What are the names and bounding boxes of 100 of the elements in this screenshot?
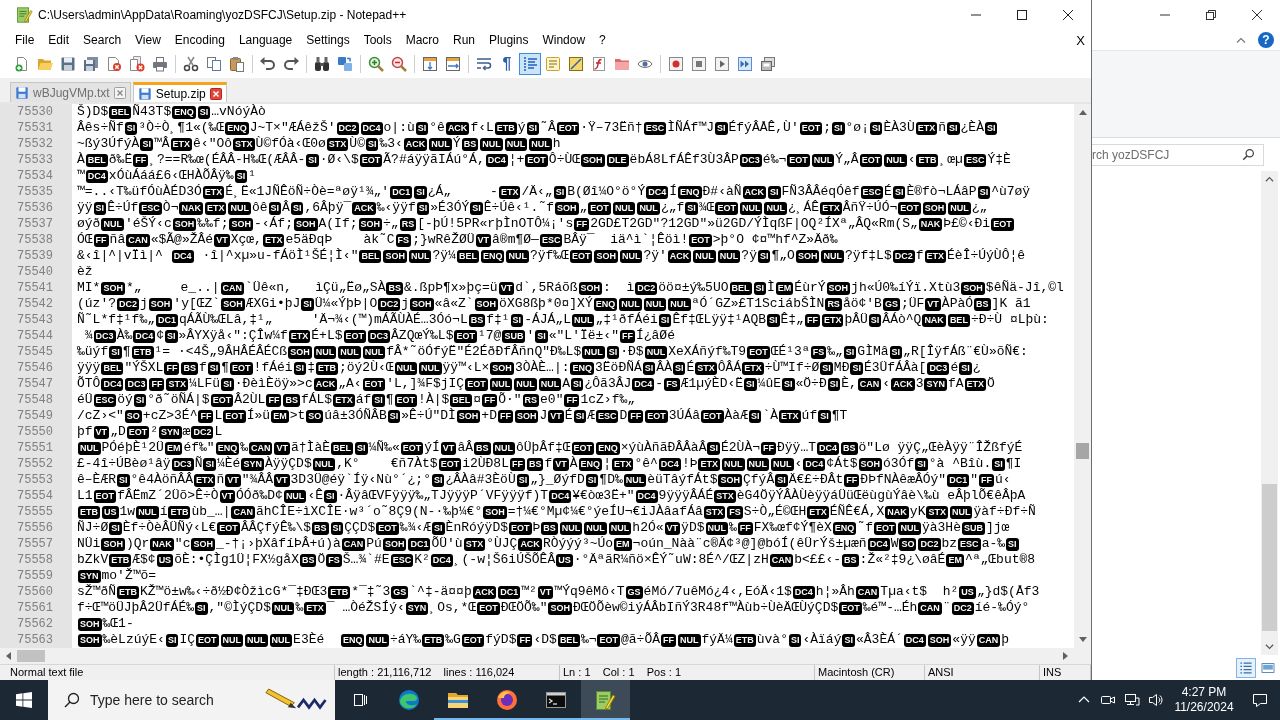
scrollbar-thumb[interactable] xyxy=(1076,443,1089,459)
menu-item[interactable]: Plugins xyxy=(482,33,536,47)
notepad-pencil-icon[interactable] xyxy=(581,680,630,720)
search-field[interactable]: rch yozDSFCJ xyxy=(1092,143,1264,166)
control-code-badge: NUL xyxy=(668,297,691,311)
control-code-badge: SOH xyxy=(221,297,245,311)
scrollbar-thumb[interactable] xyxy=(1262,484,1277,631)
pilcrow-toggle[interactable]: ¶ xyxy=(496,53,518,75)
code-text: Ù© xyxy=(349,136,365,152)
code-text: ÉfýÂÅÊ,Ù' xyxy=(728,120,799,136)
close-icon[interactable] xyxy=(1063,10,1073,20)
control-code-badge: SOH xyxy=(358,217,383,231)
line-number: 75540 xyxy=(0,264,72,280)
tab[interactable]: Setup.zip xyxy=(132,82,227,102)
caret-down-icon[interactable] xyxy=(1078,637,1087,642)
maximize-icon[interactable] xyxy=(1017,10,1027,20)
control-code-badge: DC4 xyxy=(101,377,124,391)
control-code-badge: ETX xyxy=(204,201,227,215)
code-text: ê‹"Oô xyxy=(193,136,233,152)
task-view-icon[interactable] xyxy=(352,692,368,708)
code-text: e0" xyxy=(540,392,564,408)
control-code-badge: SI xyxy=(685,201,698,215)
speaker-icon[interactable] xyxy=(1148,692,1164,708)
menu-item[interactable]: File xyxy=(8,33,42,47)
menu-item[interactable]: ? xyxy=(592,33,613,47)
code-text: 1cZ›f‰„ xyxy=(580,392,636,408)
menu-item[interactable]: Macro xyxy=(398,33,446,47)
control-code-badge: NUL xyxy=(492,441,515,455)
menu-item[interactable]: Edit xyxy=(41,33,77,47)
menu-item[interactable]: Settings xyxy=(299,33,357,47)
control-code-badge: SI xyxy=(869,121,883,135)
code-text: ýÍ xyxy=(424,440,440,456)
control-code-badge: BS xyxy=(526,457,544,471)
restore-icon[interactable] xyxy=(1206,10,1216,20)
help-button[interactable]: ? xyxy=(1258,32,1274,48)
indent-guide-icon[interactable] xyxy=(519,53,541,75)
code-text: W xyxy=(890,536,899,552)
control-code-badge: NUL xyxy=(136,505,159,519)
menu-item[interactable]: Tools xyxy=(356,33,399,47)
caret-left-icon[interactable] xyxy=(6,652,11,660)
network-monitor-icon[interactable] xyxy=(1124,692,1140,708)
vertical-scrollbar[interactable] xyxy=(1261,171,1278,655)
control-code-badge: DC4 xyxy=(360,121,383,135)
search-input[interactable]: rch yozDSFCJ xyxy=(1092,144,1238,165)
menu-item[interactable]: Run xyxy=(446,33,483,47)
close-document-button[interactable]: X xyxy=(1076,32,1085,48)
menu-item[interactable]: Encoding xyxy=(167,33,232,47)
tab[interactable]: wBJugVMp.txt xyxy=(10,82,131,102)
code-text: Èf÷ÒèÂÜÑý‹L€ xyxy=(122,520,217,536)
code-text: fýÄ¼ xyxy=(701,632,733,648)
close-icon[interactable] xyxy=(209,87,222,100)
code-text: »ÂYXÿå‹":ÇÎw¼f xyxy=(178,328,288,344)
control-code-badge: ETB xyxy=(916,153,939,167)
code-text: É2ÙÀ¬ xyxy=(721,440,760,456)
caret-up-icon[interactable] xyxy=(1078,110,1087,115)
code-text: 3ÚÁâ xyxy=(668,408,700,424)
code-text: ÀàÆ xyxy=(724,408,748,424)
search-input[interactable]: Type here to search xyxy=(90,681,265,719)
code-text: /Ä‹„ xyxy=(521,184,553,200)
menu-item[interactable]: Window xyxy=(535,33,593,47)
code-text: ÑJ÷Ø xyxy=(77,520,109,536)
control-code-badge: STX xyxy=(703,505,726,519)
control-code-badge: STX xyxy=(166,377,188,391)
speech-bubble-icon[interactable] xyxy=(1252,692,1268,708)
control-code-badge: SI xyxy=(415,121,429,135)
menu-item[interactable]: Search xyxy=(76,33,129,47)
code-text: „‡¹ðfÁéi xyxy=(595,312,658,328)
caret-up-icon[interactable] xyxy=(1265,176,1274,182)
code-text: ùb_…| xyxy=(191,504,231,520)
code-text: "¾ÂÂ xyxy=(241,472,273,488)
menu-item[interactable]: View xyxy=(128,33,168,47)
vertical-scrollbar[interactable] xyxy=(1074,104,1091,648)
line-number: 75536 xyxy=(0,200,72,216)
control-code-badge: SOH xyxy=(927,633,952,647)
caret-down-icon[interactable] xyxy=(1265,644,1274,650)
search-icon[interactable] xyxy=(64,692,80,708)
code-text: "c xyxy=(174,536,191,552)
code-text: d`,5Ráõß xyxy=(515,280,578,296)
caret-right-icon[interactable] xyxy=(1063,652,1068,660)
control-code-badge: NUL xyxy=(623,473,647,487)
details-view-icon[interactable] xyxy=(1236,657,1256,678)
control-code-badge: ETX xyxy=(924,249,947,263)
horizontal-scrollbar[interactable] xyxy=(0,648,1091,664)
search-field[interactable]: Type here to search xyxy=(48,680,335,720)
code-text: Š)D$ xyxy=(77,104,109,120)
control-code-badge: FF xyxy=(804,313,820,327)
code-text: $êÑä-Jî,©l xyxy=(985,280,1064,296)
code-text: ¼ûE xyxy=(757,376,781,392)
code-text: ÇÇD$ xyxy=(344,520,376,536)
code-text: ùvà° xyxy=(756,632,788,648)
windows-logo-icon[interactable] xyxy=(16,692,32,708)
code-text: ¶D‰ xyxy=(599,472,623,488)
code-text: ¾Œ xyxy=(698,200,715,216)
close-icon[interactable] xyxy=(1252,10,1262,20)
scrollbar-thumb[interactable] xyxy=(17,650,45,662)
code-text: °ÙJÇ xyxy=(486,536,518,552)
search-icon[interactable] xyxy=(1242,148,1255,161)
line-number: 75535 xyxy=(0,184,72,200)
code-text: ¼LFü xyxy=(188,376,221,392)
menu-item[interactable]: Language xyxy=(231,33,300,47)
